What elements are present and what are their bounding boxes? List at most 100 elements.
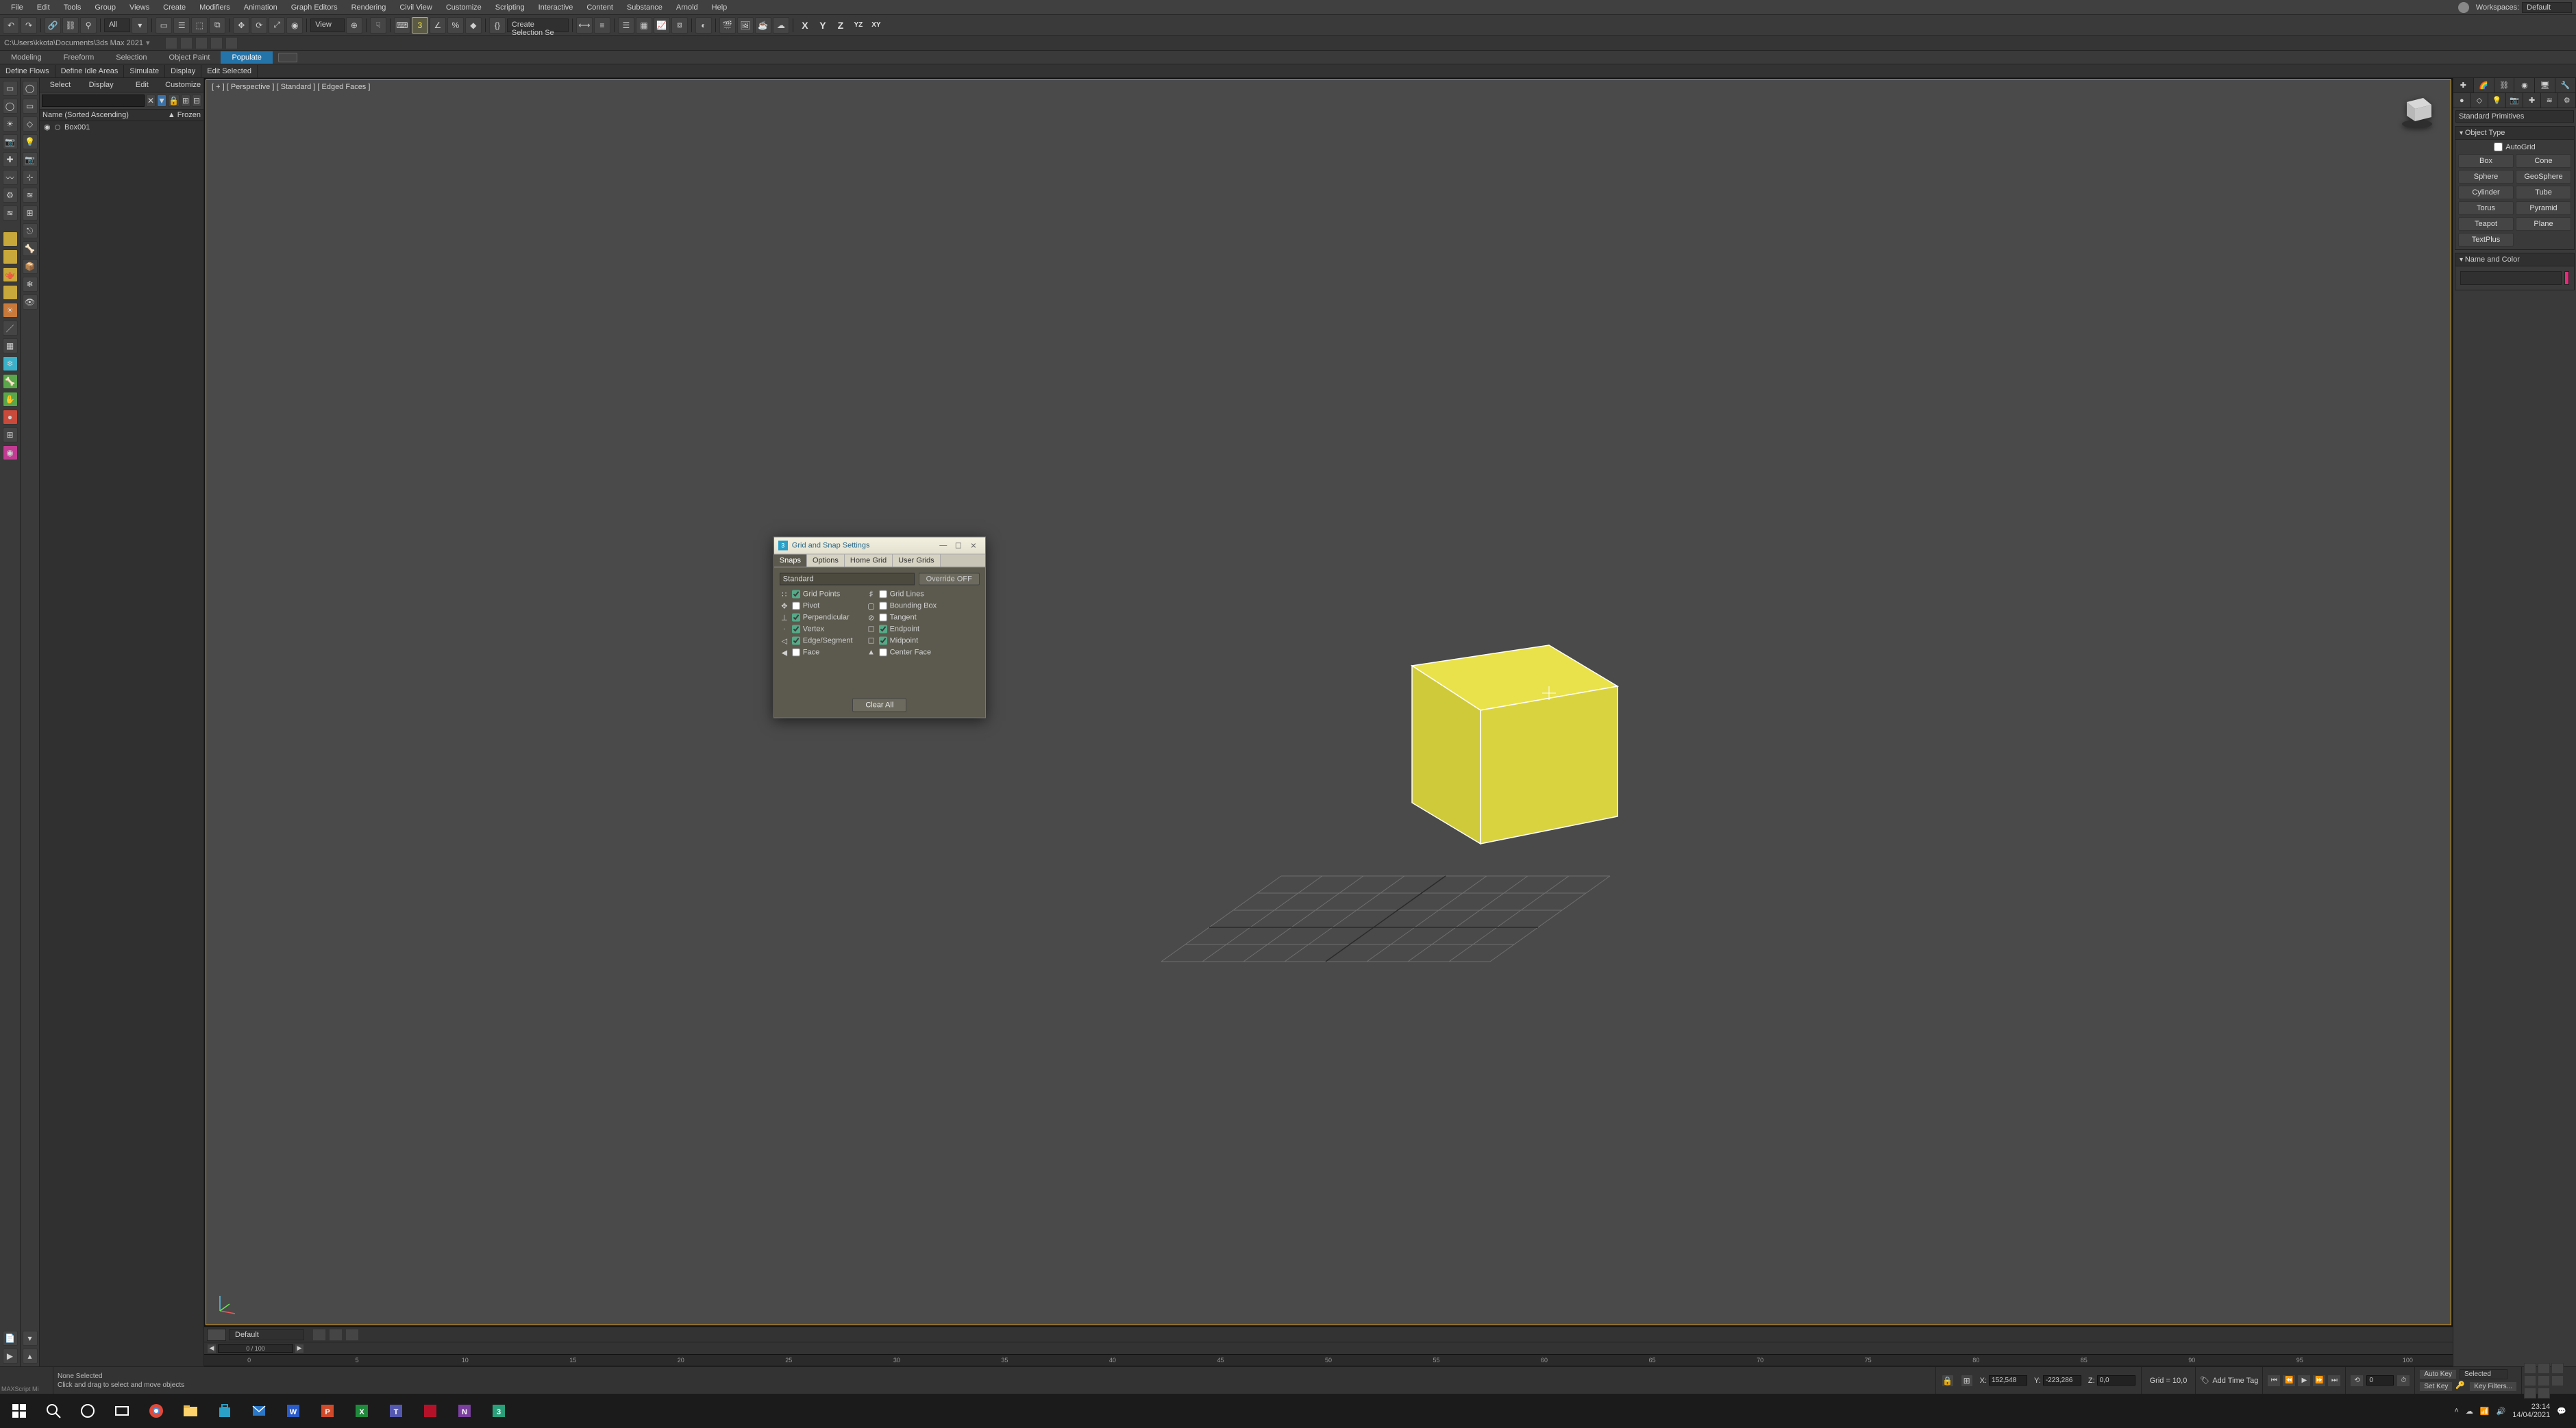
snap-checkbox[interactable] <box>879 637 887 645</box>
key-filters-button[interactable]: Key Filters... <box>2469 1381 2517 1392</box>
mirror-button[interactable]: ⟷ <box>576 17 593 34</box>
snap-tangent[interactable]: ⊘Tangent <box>867 613 937 623</box>
timeline-ruler[interactable]: 0510152025303540455055606570758085909510… <box>204 1354 2453 1366</box>
se-lock-icon[interactable]: 🔒 <box>168 95 179 107</box>
explorer-icon[interactable] <box>175 1398 206 1424</box>
ls-play-icon[interactable]: ▶ <box>3 1349 18 1364</box>
override-button[interactable]: Override OFF <box>919 573 980 586</box>
cp-hierarchy-tab[interactable]: ⛓ <box>2494 78 2515 92</box>
snap-checkbox[interactable] <box>792 637 800 645</box>
zoom-extents-button[interactable] <box>2538 1375 2550 1386</box>
menu-content[interactable]: Content <box>580 1 620 14</box>
path-btn-3[interactable] <box>195 37 208 49</box>
ls-red-sphere-icon[interactable]: ● <box>3 410 18 425</box>
rb-edit-selected[interactable]: Edit Selected <box>201 65 258 77</box>
snap-checkbox[interactable] <box>792 614 800 622</box>
snap-grid-lines[interactable]: ♯Grid Lines <box>867 590 937 599</box>
snap-checkbox[interactable] <box>792 649 800 657</box>
edit-selection-set-button[interactable]: {} <box>489 17 506 34</box>
ls-hand-icon[interactable]: ✋ <box>3 392 18 407</box>
zoom-button[interactable] <box>2538 1363 2550 1374</box>
excel-icon[interactable]: X <box>347 1398 377 1424</box>
primitive-torus-button[interactable]: Torus <box>2458 201 2514 215</box>
snap-checkbox[interactable] <box>792 602 800 610</box>
tray-onedrive-icon[interactable]: ☁ <box>2466 1407 2473 1416</box>
dialog-close-button[interactable]: ✕ <box>966 540 981 551</box>
primitive-cylinder-button[interactable]: Cylinder <box>2458 186 2514 199</box>
ls-multi-icon[interactable]: ⊞ <box>3 427 18 442</box>
maxscript-listener[interactable]: MAXScript Mi <box>0 1367 53 1394</box>
word-icon[interactable]: W <box>278 1398 308 1424</box>
object-color-swatch[interactable] <box>2564 271 2569 285</box>
axis-y-button[interactable]: Y <box>815 18 831 33</box>
sf-bone-icon[interactable]: 🦴 <box>23 241 38 256</box>
cp-motion-tab[interactable]: ◉ <box>2514 78 2535 92</box>
time-config-button[interactable]: ⏱ <box>2397 1375 2410 1387</box>
primitive-cone-button[interactable]: Cone <box>2516 154 2571 168</box>
primitive-teapot-button[interactable]: Teapot <box>2458 217 2514 231</box>
axis-x-button[interactable]: X <box>797 18 813 33</box>
object-name-input[interactable] <box>2460 271 2562 285</box>
ls-pink-icon[interactable]: ◉ <box>3 445 18 460</box>
se-row-box001[interactable]: ◉ Box001 <box>40 121 203 133</box>
cp-helpers-icon[interactable]: ✚ <box>2523 93 2541 108</box>
taskview-button[interactable] <box>107 1398 137 1424</box>
ls-camera-icon[interactable]: 📷 <box>3 134 18 149</box>
select-object-button[interactable]: ▭ <box>156 17 172 34</box>
snap-bounding-box[interactable]: ▢Bounding Box <box>867 601 937 611</box>
ribbon-selection[interactable]: Selection <box>105 51 158 64</box>
box001-mesh[interactable] <box>1385 597 1631 857</box>
axis-z-button[interactable]: Z <box>832 18 849 33</box>
chrome-icon[interactable] <box>141 1398 171 1424</box>
cortana-button[interactable] <box>73 1398 103 1424</box>
primitive-box-button[interactable]: Box <box>2458 154 2514 168</box>
auto-key-button[interactable]: Auto Key <box>2419 1369 2457 1379</box>
ls-line-icon[interactable]: ／ <box>3 321 18 336</box>
ls-gold-3-icon[interactable] <box>3 285 18 300</box>
move-button[interactable]: ✥ <box>233 17 249 34</box>
rollout-name-color[interactable]: ▾ Name and Color <box>2455 253 2575 266</box>
ls-sun-icon[interactable]: ☀ <box>3 303 18 318</box>
named-selection-dropdown[interactable]: Create Selection Se <box>507 18 569 32</box>
manip-button[interactable]: ☟ <box>370 17 386 34</box>
sf-helper-icon[interactable]: ⊹ <box>23 170 38 185</box>
snap-checkbox[interactable] <box>879 649 887 657</box>
cp-warps-icon[interactable]: ≋ <box>2541 93 2559 108</box>
render-setup-button[interactable]: 🎬 <box>719 17 736 34</box>
ls-system-icon[interactable]: ⚙ <box>3 188 18 203</box>
se-list[interactable]: ◉ Box001 <box>40 121 203 1366</box>
menu-rendering[interactable]: Rendering <box>345 1 393 14</box>
cp-geometry-icon[interactable]: ● <box>2453 93 2471 108</box>
autogrid-checkbox[interactable] <box>2494 142 2503 151</box>
sf-geom-icon[interactable]: ▭ <box>23 99 38 114</box>
tray-notifications-icon[interactable]: 💬 <box>2557 1407 2566 1416</box>
dialog-min-button[interactable]: — <box>936 540 951 551</box>
sf-hidden-icon[interactable]: 👁 <box>23 295 38 310</box>
cp-shapes-icon[interactable]: ◇ <box>2471 93 2489 108</box>
pivot-button[interactable]: ⊕ <box>346 17 362 34</box>
sf-shape-icon[interactable]: ◇ <box>23 116 38 131</box>
ls-teapot-icon[interactable]: 🫖 <box>3 267 18 282</box>
viewcube[interactable] <box>2397 90 2437 129</box>
undo-button[interactable]: ↶ <box>3 17 19 34</box>
snap-pivot[interactable]: ✥Pivot <box>780 601 853 611</box>
ls-spline-icon[interactable]: 〰 <box>3 170 18 185</box>
selection-set-dropdown[interactable]: All <box>104 18 130 32</box>
3dsmax-icon[interactable]: 3 <box>484 1398 514 1424</box>
ls-particle-icon[interactable]: ❄ <box>3 356 18 371</box>
se-filter-icon[interactable]: ▼ <box>157 95 166 107</box>
cp-utilities-tab[interactable]: 🔧 <box>2555 78 2576 92</box>
viewport-label[interactable]: [ + ] [ Perspective ] [ Standard ] [ Edg… <box>212 83 370 91</box>
curve-editor-button[interactable]: 📈 <box>654 17 670 34</box>
ls-grid-icon[interactable]: ▦ <box>3 338 18 353</box>
se-tab-select[interactable]: Select <box>40 78 81 92</box>
system-tray[interactable]: ˄ ☁ 📶 🔊 23:14 14/04/2021 💬 <box>2449 1403 2572 1419</box>
ribbon-infinity-icon[interactable] <box>278 53 297 62</box>
coord-x-input[interactable] <box>1989 1375 2027 1386</box>
fov-button[interactable] <box>2524 1375 2536 1386</box>
key-target-dropdown[interactable]: Selected <box>2460 1369 2507 1379</box>
bind-button[interactable]: ⚲ <box>80 17 97 34</box>
menu-modifiers[interactable]: Modifiers <box>193 1 237 14</box>
snap-checkbox[interactable] <box>792 590 800 599</box>
angle-snap-button[interactable]: ∠ <box>430 17 446 34</box>
